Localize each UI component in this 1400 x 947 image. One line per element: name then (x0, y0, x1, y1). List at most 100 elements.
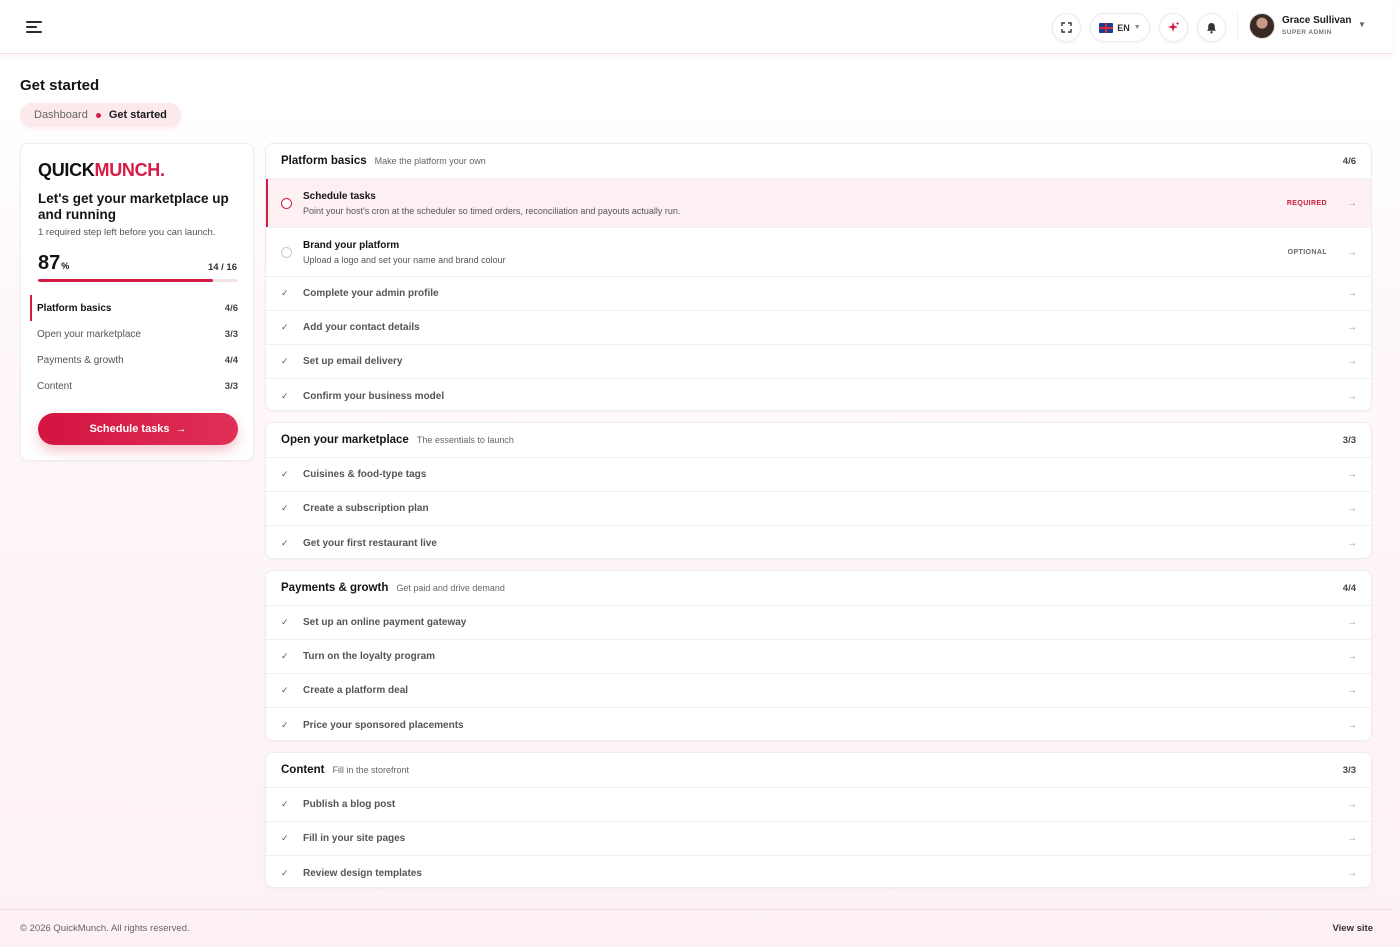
task-contact-details[interactable]: ✓ Add your contact details → (266, 311, 1371, 345)
arrow-right-icon: → (1347, 469, 1357, 480)
section-header: Open your marketplace The essentials to … (266, 423, 1371, 458)
task-label: Create a subscription plan (303, 503, 429, 514)
incomplete-radio-icon (281, 197, 292, 209)
task-site-pages[interactable]: ✓ Fill in your site pages → (266, 822, 1371, 856)
task-schedule-tasks[interactable]: Schedule tasks Point your host's cron at… (266, 179, 1371, 228)
progress-bar-fill (38, 279, 213, 282)
user-name[interactable]: Grace Sullivan (1282, 15, 1351, 26)
schedule-tasks-button[interactable]: Schedule tasks → (38, 413, 238, 445)
notifications-button[interactable] (1197, 13, 1226, 42)
chevron-down-icon[interactable]: ▼ (1358, 20, 1366, 29)
progress-bar (38, 279, 238, 282)
view-site-link[interactable]: View site (1333, 923, 1374, 934)
progress-card: QUICKMUNCH. Let's get your marketplace u… (20, 143, 254, 461)
section-nav: Platform basics 4/6 Open your marketplac… (30, 295, 238, 399)
arrow-right-icon: → (1347, 617, 1357, 628)
checkmark-icon: ✓ (281, 288, 289, 298)
header-divider (1237, 13, 1238, 42)
task-loyalty-program[interactable]: ✓ Turn on the loyalty program → (266, 640, 1371, 674)
arrow-right-icon: → (1347, 503, 1357, 514)
checkmark-icon: ✓ (281, 322, 289, 332)
task-label: Turn on the loyalty program (303, 651, 436, 662)
task-subscription-plan[interactable]: ✓ Create a subscription plan → (266, 492, 1371, 526)
section-payments-growth: Payments & growth Get paid and drive dem… (265, 570, 1372, 741)
copyright-text: © 2026 QuickMunch. All rights reserved. (20, 923, 190, 934)
task-payment-gateway[interactable]: ✓ Set up an online payment gateway → (266, 606, 1371, 640)
arrow-right-icon: → (1347, 537, 1357, 549)
section-description: Make the platform your own (374, 156, 486, 166)
task-platform-deal[interactable]: ✓ Create a platform deal → (266, 674, 1371, 708)
task-label: Confirm your business model (303, 390, 445, 402)
ai-assistant-button[interactable] (1159, 13, 1188, 42)
task-email-delivery[interactable]: ✓ Set up email delivery → (266, 345, 1371, 379)
arrow-right-icon: → (1347, 197, 1357, 209)
language-label: EN (1117, 22, 1130, 33)
top-bar: EN ▼ Grace Sullivan SUPER ADMIN ▼ (0, 0, 1393, 54)
arrow-right-icon: → (1347, 651, 1357, 662)
task-label: Complete your admin profile (303, 288, 439, 299)
progress-count: 14 / 16 (207, 262, 237, 273)
avatar[interactable] (1249, 13, 1275, 39)
language-selector[interactable]: EN ▼ (1090, 13, 1150, 42)
task-admin-profile[interactable]: ✓ Complete your admin profile → (266, 277, 1371, 311)
section-title: Content (281, 764, 325, 776)
section-count: 3/3 (1342, 434, 1356, 446)
section-nav-open-marketplace[interactable]: Open your marketplace 3/3 (30, 321, 238, 347)
checkmark-icon: ✓ (281, 651, 289, 661)
required-badge: REQUIRED (1286, 199, 1327, 207)
arrow-right-icon: → (1347, 288, 1357, 299)
task-sponsored-placements[interactable]: ✓ Price your sponsored placements → (266, 708, 1371, 740)
card-subtext: 1 required step left before you can laun… (38, 227, 216, 238)
task-label: Get your first restaurant live (303, 537, 437, 549)
section-header: Payments & growth Get paid and drive dem… (266, 571, 1371, 606)
section-nav-payments-growth[interactable]: Payments & growth 4/4 (30, 347, 238, 373)
task-blog-post[interactable]: ✓ Publish a blog post → (266, 788, 1371, 822)
section-count: 4/6 (1342, 155, 1356, 167)
section-nav-content[interactable]: Content 3/3 (30, 373, 238, 399)
arrow-right-icon: → (1347, 799, 1357, 810)
bell-icon (1207, 22, 1216, 33)
arrow-right-icon: → (1347, 685, 1357, 696)
fullscreen-button[interactable] (1052, 13, 1081, 42)
section-title: Open your marketplace (281, 434, 409, 446)
sparkle-icon (1168, 21, 1180, 32)
breadcrumb-separator (95, 112, 101, 118)
checkmark-icon: ✓ (281, 537, 289, 548)
page-title: Get started (20, 77, 100, 94)
checkmark-icon: ✓ (281, 799, 289, 809)
task-first-restaurant[interactable]: ✓ Get your first restaurant live → (266, 526, 1371, 558)
incomplete-radio-icon (281, 246, 292, 258)
arrow-right-icon: → (1347, 322, 1357, 333)
breadcrumb-dashboard[interactable]: Dashboard (34, 109, 88, 121)
section-description: Get paid and drive demand (396, 583, 505, 593)
arrow-right-icon: → (1347, 719, 1357, 731)
menu-icon[interactable] (26, 20, 42, 34)
arrow-right-icon: → (1347, 246, 1357, 258)
task-cuisine-tags[interactable]: ✓ Cuisines & food-type tags → (266, 458, 1371, 492)
checkmark-icon: ✓ (281, 719, 289, 730)
checkmark-icon: ✓ (281, 867, 289, 878)
section-count: 3/3 (1342, 764, 1356, 776)
progress-percent: 87% (38, 252, 70, 274)
task-label: Cuisines & food-type tags (303, 469, 427, 480)
task-label: Fill in your site pages (303, 833, 406, 844)
arrow-right-icon: → (1347, 356, 1357, 367)
task-brand-platform[interactable]: Brand your platform Upload a logo and se… (266, 228, 1371, 277)
task-label: Review design templates (303, 867, 422, 879)
task-design-templates[interactable]: ✓ Review design templates → (266, 856, 1371, 887)
section-header: Platform basics Make the platform your o… (266, 144, 1371, 179)
arrow-right-icon: → (1347, 833, 1357, 844)
task-label: Set up email delivery (303, 356, 403, 367)
section-content: Content Fill in the storefront 3/3 ✓ Pub… (265, 752, 1372, 888)
task-label: Add your contact details (303, 322, 420, 333)
task-label: Brand your platform (303, 239, 400, 251)
task-label: Create a platform deal (303, 685, 409, 696)
fullscreen-icon (1061, 22, 1072, 33)
task-label: Set up an online payment gateway (303, 617, 467, 628)
checkmark-icon: ✓ (281, 469, 289, 479)
section-header: Content Fill in the storefront 3/3 (266, 753, 1371, 788)
arrow-right-icon: → (1347, 867, 1357, 879)
checkmark-icon: ✓ (281, 356, 289, 366)
task-business-model[interactable]: ✓ Confirm your business model → (266, 379, 1371, 410)
section-nav-platform-basics[interactable]: Platform basics 4/6 (30, 295, 238, 321)
